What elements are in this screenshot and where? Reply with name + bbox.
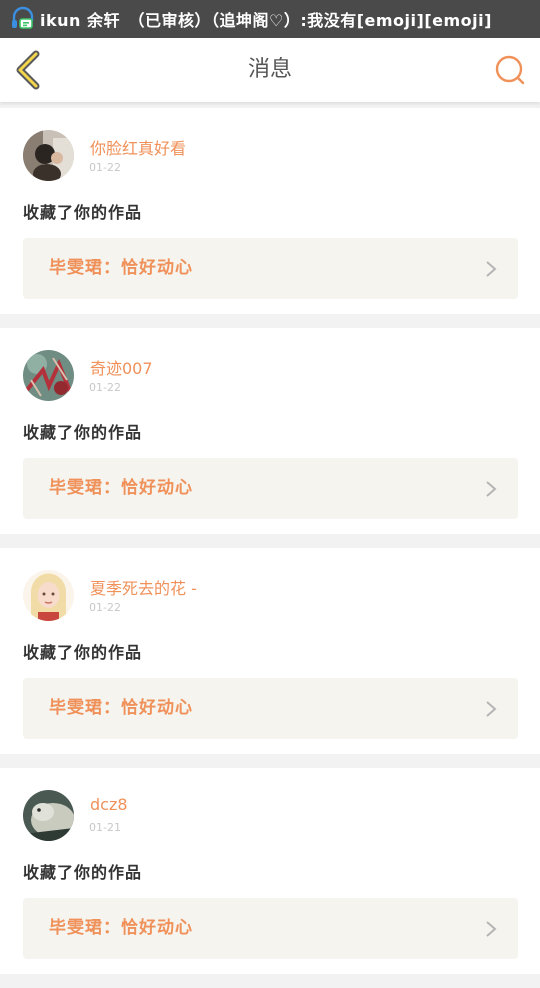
- username[interactable]: 夏季死去的花 -: [90, 575, 197, 599]
- username[interactable]: 奇迹007: [90, 355, 153, 379]
- headphone-chat-icon: [12, 6, 34, 29]
- action-text: 收藏了你的作品: [23, 423, 143, 442]
- work-link[interactable]: 毕雯珺：恰好动心: [23, 238, 518, 299]
- search-button[interactable]: [494, 54, 526, 86]
- username[interactable]: 你脸红真好看: [90, 135, 186, 159]
- chevron-right-icon: [486, 261, 497, 277]
- message-item: dcz8 01-21 收藏了你的作品 毕雯珺：恰好动心: [0, 768, 540, 974]
- notification-text: ikun 余轩 （已审核）（追坤阁♡）:我没有[emoji][emoji]: [40, 11, 492, 30]
- message-item: 夏季死去的花 - 01-22 收藏了你的作品 毕雯珺：恰好动心: [0, 548, 540, 754]
- message-item: 你脸红真好看 01-22 收藏了你的作品 毕雯珺：恰好动心: [0, 108, 540, 314]
- avatar[interactable]: [23, 570, 74, 621]
- action-text: 收藏了你的作品: [23, 643, 143, 662]
- page-title: 消息: [247, 57, 292, 82]
- search-icon: [495, 55, 525, 85]
- action-text: 收藏了你的作品: [23, 203, 143, 222]
- avatar[interactable]: [23, 790, 74, 841]
- message-list: 你脸红真好看 01-22 收藏了你的作品 毕雯珺：恰好动心 奇迹007 01-2…: [0, 108, 540, 988]
- chevron-left-icon: [16, 50, 40, 90]
- chevron-right-icon: [486, 921, 497, 937]
- message-item: 奇迹007 01-22 收藏了你的作品 毕雯珺：恰好动心: [0, 328, 540, 534]
- work-title: 毕雯珺：恰好动心: [49, 478, 193, 498]
- message-date: 01-22: [89, 381, 121, 394]
- message-date: 01-22: [89, 161, 121, 174]
- header: 消息: [0, 38, 540, 102]
- work-title: 毕雯珺：恰好动心: [49, 918, 193, 938]
- back-button[interactable]: [12, 50, 48, 90]
- work-link[interactable]: 毕雯珺：恰好动心: [23, 678, 518, 739]
- work-title: 毕雯珺：恰好动心: [49, 258, 193, 278]
- chevron-right-icon: [486, 481, 497, 497]
- action-text: 收藏了你的作品: [23, 863, 143, 882]
- work-title: 毕雯珺：恰好动心: [49, 698, 193, 718]
- message-date: 01-21: [89, 821, 121, 834]
- message-date: 01-22: [89, 601, 121, 614]
- chevron-right-icon: [486, 701, 497, 717]
- username[interactable]: dcz8: [90, 795, 128, 814]
- work-link[interactable]: 毕雯珺：恰好动心: [23, 458, 518, 519]
- avatar[interactable]: [23, 350, 74, 401]
- work-link[interactable]: 毕雯珺：恰好动心: [23, 898, 518, 959]
- status-bar: ikun 余轩 （已审核）（追坤阁♡）:我没有[emoji][emoji]: [0, 0, 540, 38]
- avatar[interactable]: [23, 130, 74, 181]
